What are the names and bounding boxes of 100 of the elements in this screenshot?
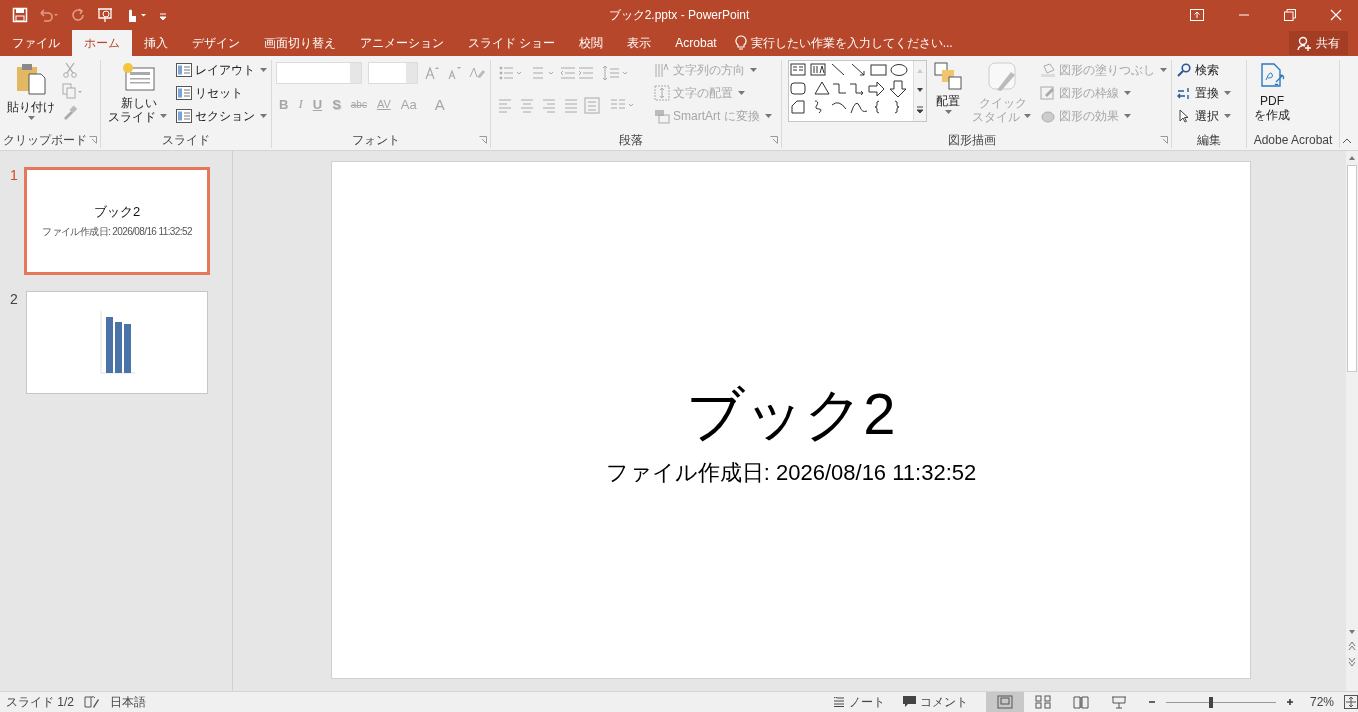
launcher-icon[interactable] [770, 136, 778, 144]
redo-icon[interactable] [70, 7, 86, 23]
ribbon-tab[interactable]: ファイル [0, 30, 72, 56]
group-label: 図形描画 [946, 131, 997, 149]
zoom-slider-thumb[interactable] [1209, 697, 1214, 708]
notes-icon [832, 697, 845, 707]
slide-thumbnail[interactable] [26, 291, 208, 394]
slide-number: 2 [10, 291, 19, 309]
font-size-field[interactable] [368, 62, 418, 84]
ribbon-tab[interactable]: デザイン [180, 30, 252, 56]
caret-icon [160, 114, 167, 118]
layout-icon [176, 109, 192, 123]
paste-button[interactable]: 貼り付け [4, 60, 58, 126]
editing-command[interactable]: 検索 [1176, 60, 1231, 80]
ribbon-tab[interactable]: アニメーション [348, 30, 456, 56]
arrange-icon [934, 62, 962, 90]
slideshow-icon[interactable] [96, 7, 114, 23]
search-icon [1176, 63, 1192, 77]
slide-title: ブック2 [686, 382, 896, 446]
editing-command[interactable]: 置換 [1176, 83, 1231, 103]
thumbnail-title: ブック2 [93, 203, 141, 221]
caret-icon [27, 116, 35, 120]
brush-icon [986, 62, 1019, 92]
font-name-field[interactable] [276, 62, 362, 84]
comment-icon [902, 696, 916, 708]
shape-gallery[interactable] [788, 60, 927, 122]
ribbon-tab[interactable]: ホーム [72, 30, 132, 56]
notes-button[interactable]: ノート [832, 693, 885, 711]
normal-view-icon [996, 695, 1013, 709]
slide-command[interactable]: セクション [176, 106, 267, 126]
caret-icon [1224, 114, 1231, 118]
slide-subtitle: ファイル作成日: 2026/08/16 11:32:52 [605, 458, 977, 487]
tell-me-field[interactable]: 実行したい作業を入力してください... [734, 30, 981, 56]
group-label: クリップボード [3, 131, 87, 149]
view-button[interactable] [985, 692, 1024, 712]
proofing-icon[interactable] [84, 695, 100, 709]
grid-view-icon [1034, 695, 1051, 709]
effects-icon [1040, 109, 1056, 123]
scissors-icon[interactable] [62, 62, 78, 78]
grow-font-icon[interactable] [424, 65, 440, 81]
ribbon-tab[interactable]: 校閲 [567, 30, 616, 56]
scroll-up-icon[interactable] [1348, 155, 1356, 161]
zoom-slider[interactable] [1165, 696, 1276, 708]
align-text-icon [654, 85, 670, 101]
launcher-icon[interactable] [1160, 136, 1168, 144]
comments-button[interactable]: コメント [902, 693, 968, 711]
launcher-icon[interactable] [479, 136, 487, 144]
scroll-down-icon[interactable] [1348, 629, 1356, 635]
vertical-scrollbar[interactable] [1346, 151, 1358, 691]
launcher-icon[interactable] [89, 136, 97, 144]
ribbon-tab[interactable]: 表示 [615, 30, 664, 56]
next-slide-icon[interactable] [1348, 657, 1356, 667]
pdf-document-icon [1258, 62, 1286, 90]
person-add-icon [1297, 35, 1312, 51]
pencil-icon [1040, 86, 1056, 100]
text-direction-icon [654, 62, 670, 78]
collapse-ribbon-icon[interactable] [1342, 138, 1352, 144]
ribbon-display-icon[interactable] [1190, 9, 1204, 21]
arrange-button[interactable]: 配置 [931, 60, 965, 120]
slide-thumbnail[interactable]: ブック2 ファイル作成日: 2026/08/16 11:32:52 [24, 167, 210, 275]
undo-icon[interactable] [38, 7, 60, 23]
previous-slide-icon[interactable] [1348, 641, 1356, 651]
thumbnail-subtitle: ファイル作成日: 2026/08/16 11:32:52 [42, 225, 192, 239]
caret-icon [1124, 91, 1131, 95]
presentation-icon [1110, 695, 1127, 709]
save-icon[interactable] [12, 7, 28, 23]
window-title: ブック2.pptx - PowerPoint [608, 6, 750, 24]
ribbon-tab[interactable]: Acrobat [663, 30, 729, 56]
copy-icon[interactable] [62, 83, 84, 99]
clipboard-icon [15, 62, 47, 96]
ribbon-tab[interactable]: スライド ショー [456, 30, 568, 56]
more-icon[interactable] [916, 106, 924, 115]
layout-icon [176, 63, 192, 77]
scroll-down-icon[interactable] [916, 87, 924, 93]
create-pdf-button[interactable]: PDF を作成 [1251, 60, 1293, 124]
close-icon[interactable] [1330, 9, 1342, 21]
shrink-font-icon[interactable] [446, 65, 462, 81]
fit-to-window-icon[interactable] [1344, 695, 1358, 709]
new-slide-icon [121, 62, 156, 92]
new-slide-button[interactable]: 新しい スライド [105, 60, 172, 126]
caret-icon [738, 91, 745, 95]
zoom-level[interactable]: 72% [1309, 695, 1334, 709]
caret-icon [750, 68, 757, 72]
caret-icon [260, 114, 267, 118]
restore-icon[interactable] [1284, 9, 1296, 21]
zoom-in-icon[interactable] [1285, 698, 1294, 706]
group-label: 編集 [1196, 131, 1222, 149]
language-indicator[interactable]: 日本語 [110, 693, 146, 711]
ribbon-tab[interactable]: 画面切り替え [252, 30, 348, 56]
editing-command[interactable]: 選択 [1176, 106, 1231, 126]
brush-icon[interactable] [62, 104, 78, 120]
paint-bucket-icon [1040, 63, 1056, 77]
zoom-out-icon[interactable] [1147, 698, 1156, 706]
ribbon-tab[interactable]: 挿入 [132, 30, 180, 56]
share-button[interactable]: 共有 [1289, 31, 1348, 55]
eraser-icon[interactable] [468, 65, 486, 81]
slide-command[interactable]: レイアウト [176, 60, 267, 80]
caret-icon [260, 68, 267, 72]
slide-command[interactable]: リセット [176, 83, 267, 103]
slide-number: 1 [10, 167, 19, 185]
